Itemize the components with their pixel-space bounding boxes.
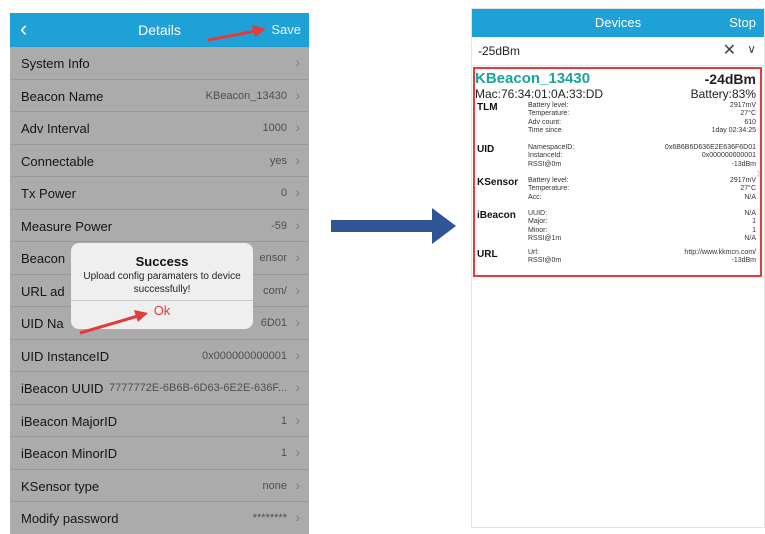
adv-field-key: Url: bbox=[528, 249, 539, 256]
adv-fields: UUID: N/A Major: 1 Minor: 1 RSSI@1m N/A bbox=[528, 210, 756, 243]
adv-field-key: Acc: bbox=[528, 193, 542, 201]
adv-field-key: Battery level: bbox=[528, 177, 569, 184]
adv-field: UUID: N/A bbox=[528, 210, 756, 218]
adv-field-value: 1 bbox=[752, 226, 756, 234]
adv-field-value: 610 bbox=[744, 118, 756, 126]
adv-field: RSSI@0m -13dBm bbox=[528, 257, 756, 265]
adv-field: Temperature: 27°C bbox=[528, 185, 756, 193]
adv-field-key: NamespaceID: bbox=[528, 144, 575, 151]
device-card[interactable]: KBeacon_13430 -24dBm Mac:76:34:01:0A:33:… bbox=[473, 67, 762, 277]
adv-field-key: Time since bbox=[528, 126, 562, 134]
adv-field-key: Adv count: bbox=[528, 118, 562, 126]
device-mac: Mac:76:34:01:0A:33:DD bbox=[475, 87, 604, 101]
adv-field-value: 2917mV bbox=[729, 177, 756, 184]
rssi-filter-value[interactable]: -25dBm bbox=[478, 44, 520, 58]
adv-section-name: iBeacon bbox=[477, 210, 516, 221]
adv-field-value: N/A bbox=[744, 210, 756, 217]
device-rssi: -24dBm bbox=[704, 71, 756, 87]
adv-field-key: Temperature: bbox=[528, 185, 570, 193]
devices-title: Devices bbox=[594, 15, 642, 30]
device-detail-chevron-icon[interactable]: › bbox=[757, 165, 761, 180]
adv-field-value: N/A bbox=[744, 193, 756, 201]
adv-field: Battery level: 2917mV bbox=[528, 102, 756, 110]
adv-field-key: Major: bbox=[528, 218, 548, 226]
adv-section-name: UID bbox=[477, 144, 495, 155]
adv-field-value: 0x6B6B6D636E2E636F6D01 bbox=[664, 144, 756, 151]
adv-section-name: TLM bbox=[477, 102, 498, 113]
adv-fields: NamespaceID: 0x6B6B6D636E2E636F6D01 Instan… bbox=[528, 144, 756, 169]
adv-field-value: N/A bbox=[744, 234, 756, 242]
adv-field-value: -13dBm bbox=[731, 257, 756, 265]
adv-field: RSSI@0m -13dBm bbox=[528, 161, 756, 169]
adv-field: Time since 1day 02:34:25 bbox=[528, 127, 756, 135]
adv-field-key: UUID: bbox=[528, 210, 548, 217]
transition-arrow-head bbox=[432, 208, 456, 244]
adv-field-value: http://www.kkmcn.com/ bbox=[684, 249, 756, 256]
devices-nav-bar: Devices Stop bbox=[472, 9, 764, 37]
adv-field-value: 1 bbox=[752, 218, 756, 226]
adv-field-value: 1day 02:34:25 bbox=[711, 126, 756, 134]
adv-field-key: RSSI@0m bbox=[528, 160, 562, 168]
devices-screen: Devices Stop -25dBm ✕ ∨ KBeacon_13430 -2… bbox=[471, 8, 765, 528]
adv-field: InstanceId: 0x000000000001 bbox=[528, 152, 756, 160]
device-battery: Battery:83% bbox=[690, 87, 756, 101]
adv-field: Major: 1 bbox=[528, 218, 756, 226]
clear-filter-icon[interactable]: ✕ bbox=[723, 40, 736, 60]
adv-fields: Battery level: 2917mV Temperature: 27°C Adv … bbox=[528, 102, 756, 135]
adv-field-key: Minor: bbox=[528, 226, 548, 234]
adv-field: Adv count: 610 bbox=[528, 119, 756, 127]
adv-field-key: Temperature: bbox=[528, 110, 570, 118]
adv-fields: Battery level: 2917mV Temperature: 27°C Acc:… bbox=[528, 177, 756, 202]
adv-field: Temperature: 27°C bbox=[528, 110, 756, 118]
transition-arrow-shaft bbox=[331, 220, 438, 232]
adv-field: NamespaceID: 0x6B6B6D636E2E636F6D01 bbox=[528, 144, 756, 152]
adv-field-value: 27°C bbox=[740, 185, 756, 193]
adv-field-key: Battery level: bbox=[528, 102, 569, 109]
stop-button[interactable]: Stop bbox=[729, 15, 756, 30]
adv-field: Acc: N/A bbox=[528, 194, 756, 202]
adv-field-value: 2917mV bbox=[729, 102, 756, 109]
adv-field: RSSI@1m N/A bbox=[528, 235, 756, 243]
adv-field: Battery level: 2917mV bbox=[528, 177, 756, 185]
adv-field: Url: http://www.kkmcn.com/ bbox=[528, 249, 756, 257]
adv-field-key: RSSI@1m bbox=[528, 234, 562, 242]
adv-section-name: URL bbox=[477, 249, 498, 260]
rssi-filter-bar: -25dBm ✕ ∨ bbox=[472, 37, 764, 66]
expand-filter-icon[interactable]: ∨ bbox=[747, 42, 756, 56]
adv-field-key: RSSI@0m bbox=[528, 257, 562, 265]
adv-field-value: -13dBm bbox=[731, 160, 756, 168]
adv-field: Minor: 1 bbox=[528, 227, 756, 235]
device-name: KBeacon_13430 bbox=[475, 70, 591, 87]
adv-field-key: InstanceId: bbox=[528, 152, 563, 160]
adv-section-name: KSensor bbox=[477, 177, 519, 188]
adv-fields: Url: http://www.kkmcn.com/RSSI@0m -13dBm bbox=[528, 249, 756, 266]
adv-field-value: 27°C bbox=[740, 110, 756, 118]
adv-field-value: 0x000000000001 bbox=[701, 152, 756, 160]
